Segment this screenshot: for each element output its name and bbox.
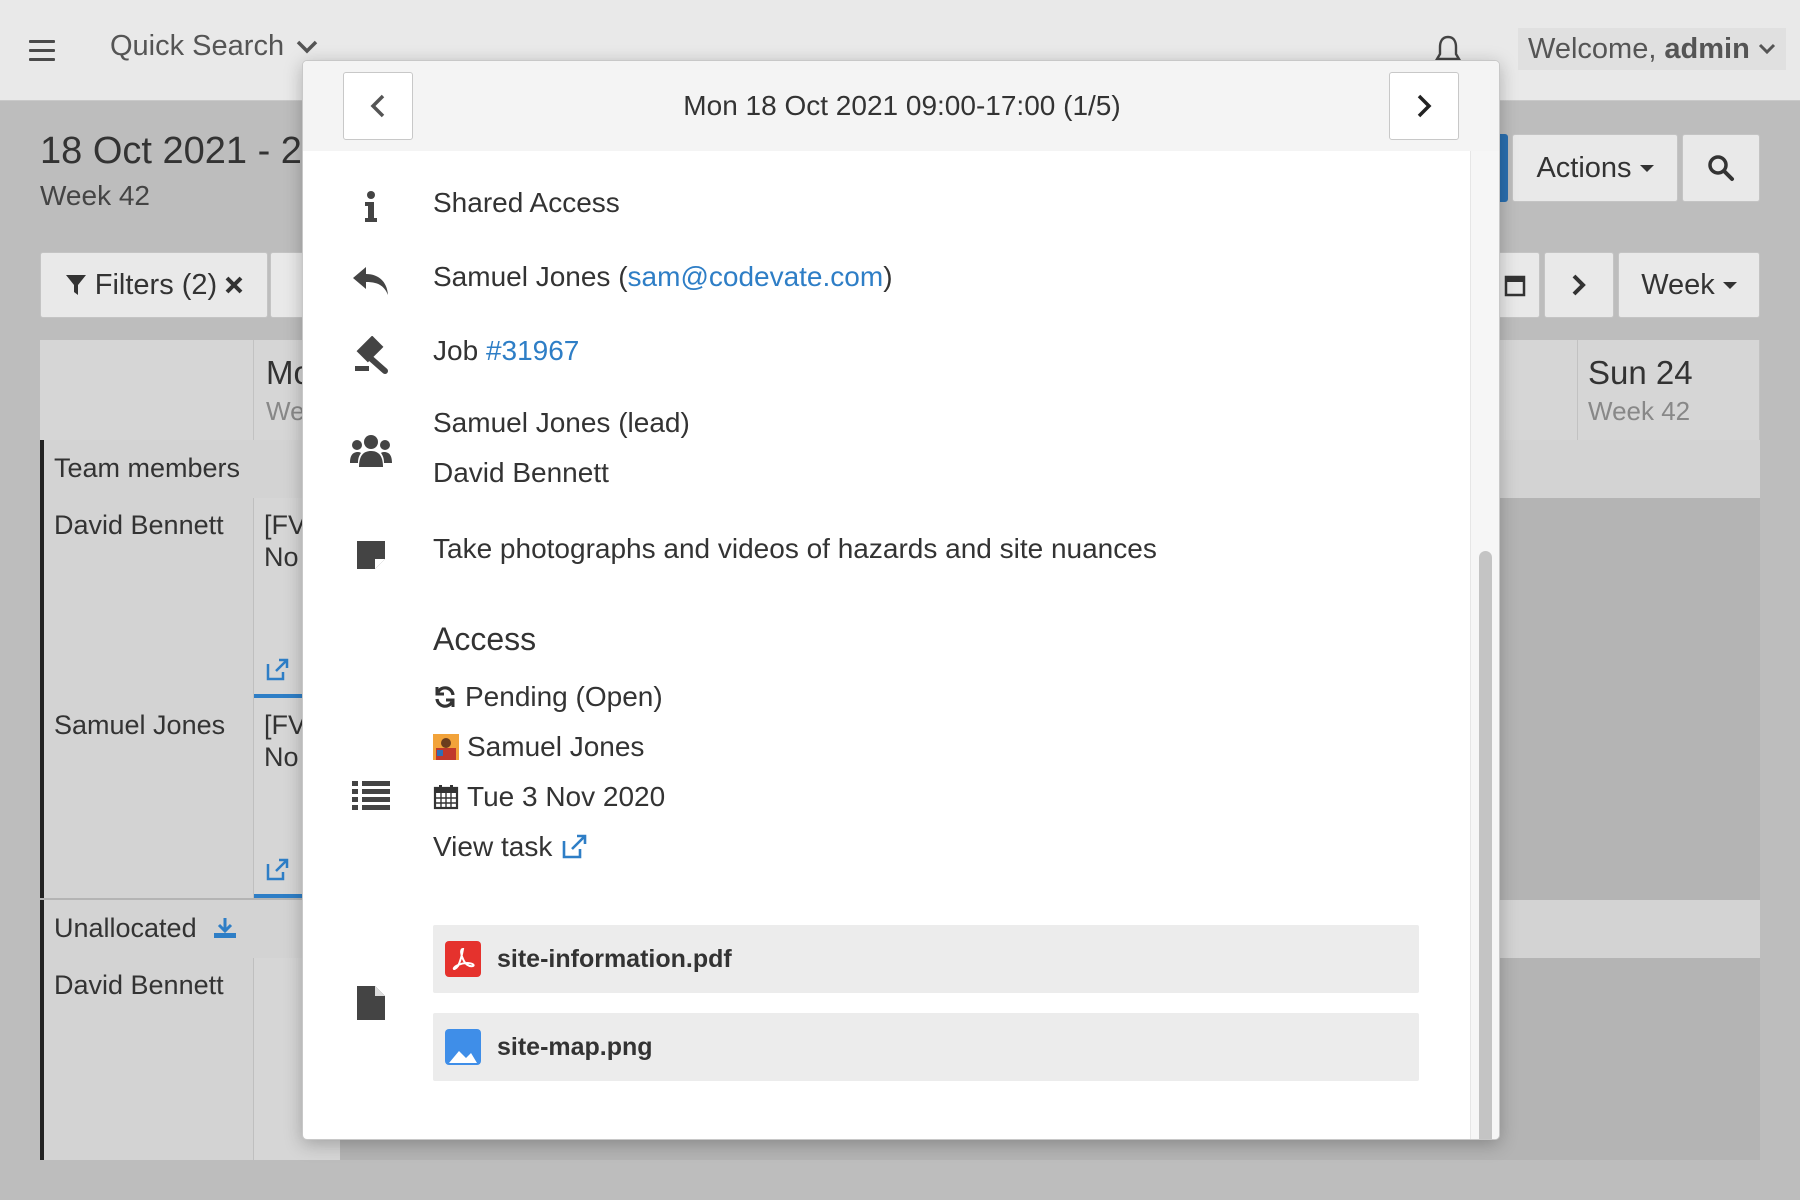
job-link[interactable]: #31967 [486,335,579,366]
job-row: Job #31967 [303,329,1463,379]
view-task-label: View task [433,831,553,862]
menu-icon[interactable] [29,40,55,62]
chevron-left-icon [370,94,385,118]
list-icon [349,773,393,817]
task-date-text: Tue 3 Nov 2020 [467,781,666,812]
next-week-button[interactable] [1544,252,1614,318]
file-icon [349,981,393,1025]
caret-down-icon [1639,164,1654,172]
note-row: Take photographs and videos of hazards a… [303,527,1463,577]
avatar [433,734,459,760]
users-icon [349,429,393,473]
contact-name: Samuel Jones ( [433,261,628,292]
modal-title: Mon 18 Oct 2021 09:00-17:00 (1/5) [683,90,1121,121]
grid-header-corner [40,340,254,440]
attachment-name: site-information.pdf [497,944,732,973]
event-line1: [FV [264,710,307,740]
row-header: Samuel Jones [40,698,254,898]
contact-close: ) [883,261,893,292]
info-text: Shared Access [433,187,620,218]
chevron-down-icon [296,40,318,53]
job-text: Job #31967 [433,335,579,367]
attachment-pdf[interactable]: site-information.pdf [433,925,1419,993]
page-title: 18 Oct 2021 - 24 [40,130,324,172]
info-icon [349,185,393,229]
quick-search-dropdown[interactable]: Quick Search [110,30,318,63]
filter-icon [65,275,86,295]
refresh-icon [435,686,455,708]
row-name: David Bennett [54,970,224,1000]
search-button[interactable] [1682,134,1760,202]
contact-email-link[interactable]: sam@codevate.com [628,261,884,292]
task-status-text: Pending (Open) [465,681,663,712]
task-date: Tue 3 Nov 2020 [433,781,665,813]
user-menu[interactable]: Welcome, admin [1518,28,1786,70]
day-header-sun: Sun 24 [1588,354,1693,391]
assignee-lead: Samuel Jones (lead) [433,407,690,438]
job-prefix: Job [433,335,486,366]
pdf-icon [445,941,481,977]
task-heading: Access [433,621,537,657]
image-icon [445,1029,481,1065]
note-text: Take photographs and videos of hazards a… [433,533,1157,564]
previous-button[interactable] [343,72,413,140]
modal-header: Mon 18 Oct 2021 09:00-17:00 (1/5) [303,61,1499,151]
view-select-button[interactable]: Week [1618,252,1760,318]
welcome-prefix: Welcome, [1528,32,1657,65]
external-link-icon[interactable] [264,658,290,682]
actions-label: Actions [1536,151,1632,184]
search-icon [1708,155,1734,181]
event-line2: No [264,542,299,572]
contact-text: Samuel Jones (sam@codevate.com) [433,261,893,293]
welcome-username: admin [1664,32,1750,65]
sticky-note-icon [349,533,393,577]
chevron-down-icon [1758,43,1775,55]
chevron-right-icon [1417,94,1432,118]
view-task-link[interactable]: View task [433,831,588,863]
day-header-mon-week: We [266,396,305,426]
calendar-icon [1504,275,1526,297]
assignee-member: David Bennett [433,457,609,488]
row-header: David Bennett [40,958,254,1160]
reply-icon [349,259,393,303]
scrollbar-thumb[interactable] [1479,551,1492,1139]
event-detail-modal: Mon 18 Oct 2021 09:00-17:00 (1/5) Shared… [302,60,1500,1140]
calendar-icon [433,785,459,810]
next-button[interactable] [1389,72,1459,140]
event-line1: [FV [264,510,307,540]
task-assignee: Samuel Jones [433,731,644,763]
caret-down-icon [1722,281,1737,289]
team-members-label: Team members [54,453,241,483]
day-header-sun-week: Week 42 [1588,396,1691,426]
close-icon[interactable] [225,276,243,294]
external-link-icon [563,834,587,859]
quick-search-label: Quick Search [110,30,285,62]
row-name: David Bennett [54,510,224,540]
chevron-right-icon [1572,274,1586,296]
task-status: Pending (Open) [433,681,663,713]
download-icon[interactable] [212,916,238,940]
contact-row: Samuel Jones (sam@codevate.com) [303,255,1463,305]
assignees-row: Samuel Jones (lead) David Bennett [303,403,1463,503]
filters-button[interactable]: Filters (2) [40,252,268,318]
scrollbar-track[interactable] [1470,151,1499,1139]
row-header: David Bennett [40,498,254,698]
event-line2: No [264,742,299,772]
attachment-image[interactable]: site-map.png [433,1013,1419,1081]
unallocated-label: Unallocated [54,913,197,943]
view-label: Week [1641,268,1715,301]
external-link-icon[interactable] [264,858,290,882]
page-subtitle: Week 42 [40,180,150,211]
row-name: Samuel Jones [54,710,226,740]
day-header-sun-cell: Sun 24 Week 42 [1578,340,1760,440]
filters-label: Filters (2) [94,268,218,301]
actions-button[interactable]: Actions [1512,134,1678,202]
gavel-icon [349,333,393,377]
task-assignee-text: Samuel Jones [467,731,645,762]
attachment-name: site-map.png [497,1032,653,1061]
info-row: Shared Access [303,181,1463,231]
